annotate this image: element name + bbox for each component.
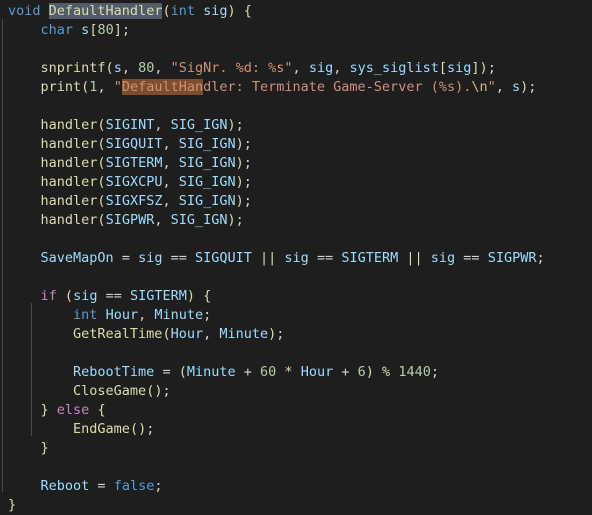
code-line-9[interactable]: handler(SIGTERM, SIG_IGN);	[0, 154, 592, 173]
find-match-DefaultHan[interactable]: DefaultHan	[121, 79, 204, 95]
const-SIG-IGN: SIG_IGN	[178, 193, 236, 209]
const-SIG-IGN: SIG_IGN	[178, 155, 236, 171]
code-line-16[interactable]: if (sig == SIGTERM) {	[0, 287, 592, 306]
code-line-24[interactable]: }	[0, 439, 592, 458]
const-SIGQUIT: SIGQUIT	[194, 250, 252, 266]
code-line-2[interactable]: char s[80];	[0, 21, 592, 40]
code-line-17[interactable]: int Hour, Minute;	[0, 306, 592, 325]
var-Hour: Hour	[300, 364, 334, 380]
string-signr: "SigNr. %d: %s"	[170, 60, 293, 76]
var-Minute: Minute	[154, 307, 204, 323]
const-SIGPWR: SIGPWR	[105, 212, 155, 228]
call-GetRealTime: GetRealTime	[73, 326, 163, 342]
code-line-8[interactable]: handler(SIGQUIT, SIG_IGN);	[0, 135, 592, 154]
const-SIGTERM: SIGTERM	[105, 155, 163, 171]
code-line-23[interactable]: EndGame();	[0, 420, 592, 439]
const-SIGXFSZ: SIGXFSZ	[105, 193, 163, 209]
code-line-22[interactable]: } else {	[0, 401, 592, 420]
string-quote-open: "	[113, 79, 122, 95]
var-sig: sig	[284, 250, 309, 266]
const-SIGPWR: SIGPWR	[487, 250, 537, 266]
string-quote-close: "	[487, 79, 496, 95]
keyword-int: int	[73, 307, 98, 323]
call-handler: handler	[40, 117, 98, 133]
code-line-19-blank[interactable]	[0, 344, 592, 363]
keyword-int: int	[170, 3, 195, 19]
code-line-13-blank[interactable]	[0, 230, 592, 249]
var-sig: sig	[430, 250, 456, 266]
var-RebootTime: RebootTime	[73, 364, 155, 380]
var-sig: sig	[138, 250, 163, 266]
param-sig: sig	[203, 3, 228, 19]
number-80-arg: 80	[138, 60, 155, 76]
const-SIGTERM: SIGTERM	[341, 250, 399, 266]
arg-sys-siglist: sys_siglist	[349, 60, 439, 76]
operator-or: ||	[406, 250, 423, 266]
code-line-25-blank[interactable]	[0, 458, 592, 477]
code-line-27[interactable]: }	[0, 496, 592, 515]
call-handler: handler	[40, 136, 98, 152]
call-CloseGame: CloseGame	[73, 383, 147, 399]
code-line-10[interactable]: handler(SIGXCPU, SIG_IGN);	[0, 173, 592, 192]
const-SIG-IGN: SIG_IGN	[178, 174, 236, 190]
code-line-14[interactable]: SaveMapOn = sig == SIGQUIT || sig == SIG…	[0, 249, 592, 268]
code-line-6-blank[interactable]	[0, 97, 592, 116]
code-line-3-blank[interactable]	[0, 40, 592, 59]
code-line-1[interactable]: void DefaultHandler(int sig) {	[0, 2, 592, 21]
operator-or: ||	[260, 250, 277, 266]
const-SIG-IGN: SIG_IGN	[178, 136, 236, 152]
code-line-18[interactable]: GetRealTime(Hour, Minute);	[0, 325, 592, 344]
call-handler: handler	[40, 193, 98, 209]
code-line-20[interactable]: RebootTime = (Minute + 60 * Hour + 6) % …	[0, 363, 592, 382]
code-line-26[interactable]: Reboot = false;	[0, 477, 592, 496]
call-EndGame: EndGame	[73, 421, 130, 437]
var-sig: sig	[73, 288, 98, 304]
keyword-if: if	[40, 288, 57, 304]
keyword-false: false	[113, 478, 155, 494]
const-SIGQUIT: SIGQUIT	[105, 136, 163, 152]
keyword-else: else	[56, 402, 90, 418]
code-line-7[interactable]: handler(SIGINT, SIG_IGN);	[0, 116, 592, 135]
call-print: print	[40, 79, 82, 95]
keyword-char: char	[40, 22, 74, 38]
highlighted-symbol-DefaultHandler[interactable]: DefaultHandler	[48, 3, 163, 19]
call-snprintf: snprintf	[40, 60, 106, 76]
code-line-12[interactable]: handler(SIGPWR, SIG_IGN);	[0, 211, 592, 230]
arg-s-print: s	[512, 79, 521, 95]
number-1440: 1440	[398, 364, 431, 380]
arg-Hour: Hour	[170, 326, 204, 342]
code-editor[interactable]: void DefaultHandler(int sig) { char s[80…	[0, 0, 592, 513]
call-handler: handler	[40, 174, 98, 190]
index-sig: sig	[447, 60, 472, 76]
keyword-void: void	[8, 3, 41, 19]
operator-multiply: *	[284, 364, 293, 380]
call-handler: handler	[40, 155, 98, 171]
var-SaveMapOn: SaveMapOn	[40, 250, 114, 266]
number-80: 80	[97, 22, 114, 38]
number-6: 6	[357, 364, 366, 380]
const-SIGXCPU: SIGXCPU	[105, 174, 163, 190]
arg-sig: sig	[308, 60, 334, 76]
number-60: 60	[260, 364, 277, 380]
const-SIG-IGN: SIG_IGN	[170, 212, 228, 228]
code-line-11[interactable]: handler(SIGXFSZ, SIG_IGN);	[0, 192, 592, 211]
code-line-5[interactable]: print(1, "DefaultHandler: Terminate Game…	[0, 78, 592, 97]
code-line-15-blank[interactable]	[0, 268, 592, 287]
code-line-4[interactable]: snprintf(s, 80, "SigNr. %d: %s", sig, sy…	[0, 59, 592, 78]
var-Reboot: Reboot	[40, 478, 90, 494]
operator-modulo: %	[382, 364, 391, 380]
code-line-21[interactable]: CloseGame();	[0, 382, 592, 401]
code-lines[interactable]: void DefaultHandler(int sig) { char s[80…	[0, 0, 592, 515]
const-SIGINT: SIGINT	[105, 117, 155, 133]
var-Minute: Minute	[186, 364, 236, 380]
escape-newline: \n	[471, 79, 488, 95]
const-SIGTERM: SIGTERM	[129, 288, 187, 304]
arg-Minute: Minute	[219, 326, 269, 342]
string-terminate-rest: dler: Terminate Game-Server (%s).	[203, 79, 472, 95]
const-SIG-IGN: SIG_IGN	[170, 117, 228, 133]
arg-s: s	[113, 60, 122, 76]
var-Hour: Hour	[105, 307, 139, 323]
call-handler: handler	[40, 212, 98, 228]
